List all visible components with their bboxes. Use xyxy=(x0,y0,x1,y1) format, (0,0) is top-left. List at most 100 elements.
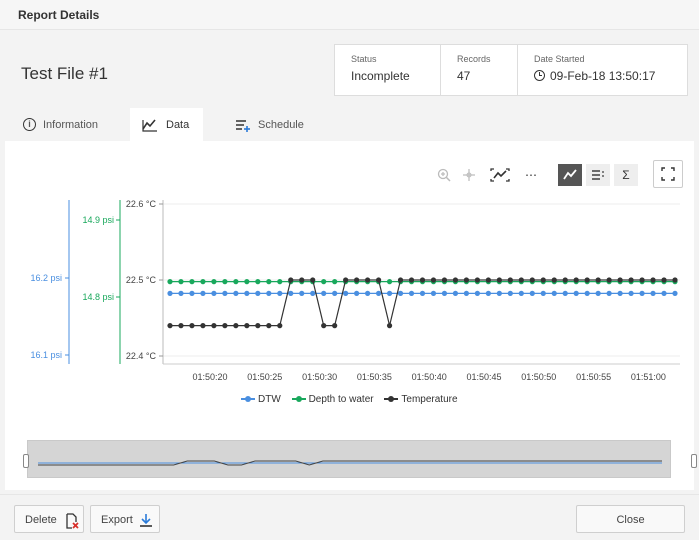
legend-item-temperature[interactable]: Temperature xyxy=(384,394,458,405)
dtw-point xyxy=(200,290,206,296)
dtw-tick-label: 16.1 psi xyxy=(30,350,62,360)
dtw-point xyxy=(189,290,195,296)
temperature-point xyxy=(463,277,470,283)
dtw-point xyxy=(321,290,327,296)
temperature-point xyxy=(299,277,305,283)
report-panel: Test File #1 Status Incomplete Records 4… xyxy=(5,34,697,490)
temperature-point xyxy=(474,277,480,283)
temperature-point xyxy=(288,277,294,283)
dtw-point xyxy=(672,290,678,296)
temperature-point xyxy=(375,277,382,283)
temperature-point xyxy=(573,277,579,283)
depth-to-water-point xyxy=(321,279,327,285)
dtw-point xyxy=(507,290,513,296)
depth-to-water-point xyxy=(386,279,393,285)
temperature-point xyxy=(266,323,272,329)
legend-item-dtw[interactable]: DTW xyxy=(241,394,281,405)
dtw-point xyxy=(386,290,393,296)
dtw-point xyxy=(606,290,612,296)
temperature-point xyxy=(365,277,371,283)
dtw-point xyxy=(255,290,261,296)
dtw-point xyxy=(463,290,470,296)
temperature-point xyxy=(408,277,415,283)
navigator-left-handle[interactable] xyxy=(23,454,29,468)
x-tick-label: 01:50:50 xyxy=(521,372,556,382)
dtw-point xyxy=(584,290,590,296)
export-button[interactable]: Export xyxy=(90,505,160,533)
dtw-point xyxy=(551,290,557,296)
x-tick-label: 01:50:45 xyxy=(466,372,501,382)
temperature-point xyxy=(321,323,327,329)
temperature-point xyxy=(617,277,623,283)
dtw-point xyxy=(540,290,546,296)
delete-button[interactable]: Delete xyxy=(14,505,84,533)
close-label: Close xyxy=(616,514,645,526)
dtw-point xyxy=(332,290,338,296)
dtw-point xyxy=(650,290,656,296)
temperature-point xyxy=(430,277,437,283)
navigator-right-handle[interactable] xyxy=(691,454,697,468)
dtw-point xyxy=(562,290,568,296)
close-button[interactable]: Close xyxy=(576,505,685,533)
temperature-point xyxy=(354,277,360,283)
dtw-point xyxy=(617,290,623,296)
line-chart: 22.6 °C 22.5 °C 22.4 °C 14.9 psi 14.8 psi 16.… xyxy=(30,199,680,382)
dtw-point xyxy=(397,290,404,296)
depth-to-water-point xyxy=(167,279,173,285)
depth-to-water-point xyxy=(233,279,239,285)
temperature-point xyxy=(332,323,338,329)
temperature-point xyxy=(540,277,546,283)
dtw-point xyxy=(266,290,272,296)
depth-to-water-point xyxy=(211,279,217,285)
dtw-point xyxy=(178,290,184,296)
range-navigator[interactable] xyxy=(23,440,697,478)
temperature-point xyxy=(386,323,393,329)
dtw-point xyxy=(365,290,371,296)
temperature-point xyxy=(441,277,448,283)
dtw-point xyxy=(639,290,645,296)
dtw-point xyxy=(211,290,217,296)
temperature-tick-label: 22.6 °C xyxy=(126,199,157,209)
download-icon xyxy=(139,513,153,530)
dtw-point xyxy=(430,290,437,296)
delete-file-icon xyxy=(65,513,79,532)
dtw-point xyxy=(419,290,426,296)
depth-to-water-point xyxy=(266,279,272,285)
temperature-point xyxy=(244,323,250,329)
temperature-point xyxy=(233,323,239,329)
legend-item-depth-to-water[interactable]: Depth to water xyxy=(291,394,374,405)
depth-to-water-point xyxy=(277,279,283,285)
temperature-point xyxy=(606,277,612,283)
dtw-point xyxy=(310,290,316,296)
dtw-point xyxy=(354,290,360,296)
temperature-point xyxy=(595,277,601,283)
dtw-point xyxy=(343,290,349,296)
temperature-point xyxy=(496,277,502,283)
dtw-point xyxy=(277,290,283,296)
depth-to-water-point xyxy=(178,279,184,285)
temperature-point xyxy=(529,277,535,283)
temperature-point xyxy=(310,277,316,283)
dtw-point xyxy=(288,290,294,296)
x-tick-label: 01:50:55 xyxy=(576,372,611,382)
temperature-line xyxy=(170,279,675,327)
dtw-point xyxy=(441,290,448,296)
dtw-point xyxy=(661,290,667,296)
temperature-point xyxy=(650,277,656,283)
dtw-point xyxy=(452,290,459,296)
temperature-tick-label: 22.5 °C xyxy=(126,275,157,285)
chart-tick-labels: 22.6 °C 22.5 °C 22.4 °C 14.9 psi 14.8 psi 16.… xyxy=(30,199,665,382)
temperature-point xyxy=(343,277,349,283)
window-title: Report Details xyxy=(18,8,100,22)
x-tick-label: 01:50:20 xyxy=(192,372,227,382)
dtw-point xyxy=(244,290,250,296)
dtw-tick-label: 16.2 psi xyxy=(30,273,62,283)
depth-to-water-point xyxy=(200,279,206,285)
depth-to-water-point xyxy=(332,279,338,285)
temperature-point xyxy=(167,323,173,329)
temperature-point xyxy=(189,323,195,329)
dtw-point xyxy=(167,290,173,296)
depth-to-water-point xyxy=(222,279,228,285)
dialog-footer: Delete Export Close xyxy=(0,494,699,540)
depth-to-water-point xyxy=(189,279,195,285)
